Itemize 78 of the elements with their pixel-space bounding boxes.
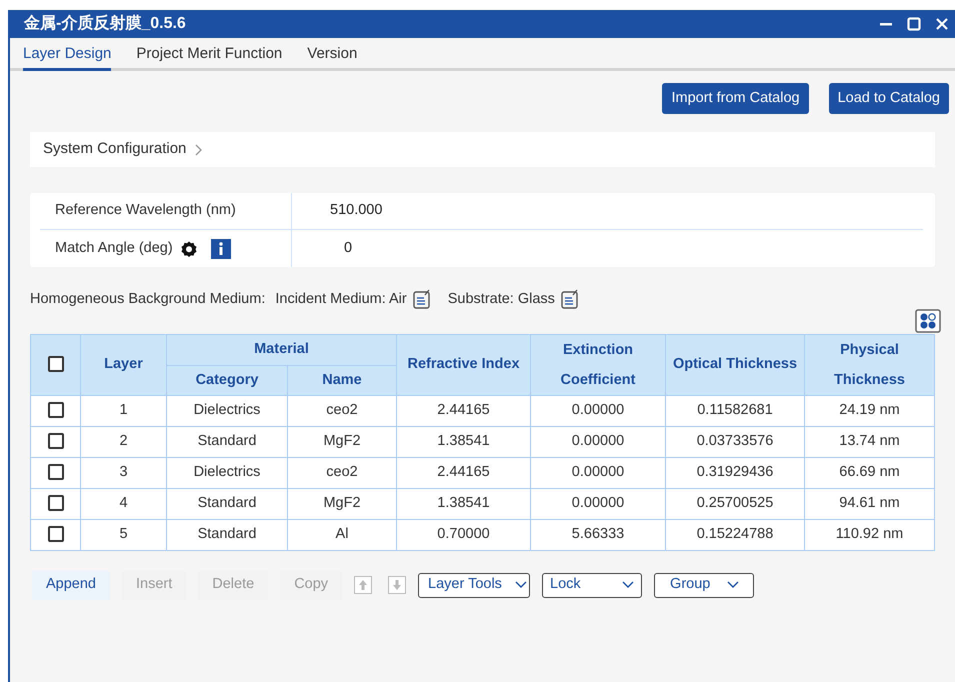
column-header: Name <box>288 366 396 396</box>
parameter-value: 0 <box>344 238 352 258</box>
column-header: Category <box>166 366 288 396</box>
parameter-label: Reference Wavelength (nm) <box>55 201 236 220</box>
table-cell: 0.15224788 <box>666 519 804 550</box>
dropdown[interactable]: Group <box>654 572 754 598</box>
checkbox[interactable] <box>48 526 64 542</box>
column-header: Optical Thickness <box>666 334 804 396</box>
table-cell: 0.11582681 <box>666 395 804 426</box>
info-icon[interactable] <box>210 238 231 258</box>
table-cell: 1.38541 <box>396 426 530 458</box>
table-cell: 94.61 nm <box>804 488 934 520</box>
table-cell: 5.66333 <box>530 519 666 550</box>
chevron-down-icon <box>727 581 740 590</box>
checkbox[interactable] <box>48 402 64 418</box>
table-cell: 4 <box>80 488 166 520</box>
table-cell: 5 <box>80 519 166 550</box>
table-cell: 1 <box>80 395 166 426</box>
column-header: Extinction Coefficient <box>560 340 636 390</box>
catalog-button[interactable]: Import from Catalog <box>662 83 809 114</box>
edit-icon[interactable] <box>412 289 432 310</box>
table-cell: 0.00000 <box>530 457 666 488</box>
tab[interactable]: Project Merit Function <box>136 42 282 71</box>
column-header: Refractive Index <box>396 334 530 396</box>
column-header: Layer <box>80 334 166 396</box>
dropdown[interactable]: Layer Tools <box>418 572 530 598</box>
table-cell: 1.38541 <box>396 488 530 520</box>
checkbox[interactable] <box>48 433 64 450</box>
table-cell: Standard <box>166 426 288 458</box>
column-header: Material <box>166 334 396 366</box>
table-cell: 24.19 nm <box>804 395 934 426</box>
table-cell: 0.00000 <box>530 395 666 426</box>
table-cell: ceo2 <box>288 395 396 426</box>
chevron-right-icon <box>194 144 202 156</box>
table-cell: MgF2 <box>288 488 396 520</box>
table-cell: 110.92 nm <box>804 519 934 550</box>
table-cell: 2.44165 <box>396 395 530 426</box>
table-cell: 0.31929436 <box>666 457 804 488</box>
toolbar-button[interactable]: Append <box>32 570 110 600</box>
window-title: 金属-介质反射膜_0.5.6 <box>24 13 186 34</box>
table-cell: Standard <box>166 488 288 520</box>
checkbox[interactable] <box>48 495 64 512</box>
table-cell: MgF2 <box>288 426 396 458</box>
incident-medium: Incident Medium: Air <box>275 290 407 309</box>
catalog-button[interactable]: Load to Catalog <box>828 83 949 114</box>
tab[interactable]: Layer Design <box>23 42 112 71</box>
table-cell: 13.74 nm <box>804 426 934 458</box>
parameter-label: Match Angle (deg) <box>55 238 173 258</box>
table-cell: ceo2 <box>288 457 396 488</box>
table-cell: 0.00000 <box>530 488 666 520</box>
table-cell: 2.44165 <box>396 457 530 488</box>
table-cell: 0.00000 <box>530 426 666 458</box>
column-header: Physical Thickness <box>833 340 906 390</box>
background-medium-label: Homogeneous Background Medium: <box>30 290 266 309</box>
table-cell: Al <box>288 519 396 550</box>
chevron-down-icon <box>622 581 634 590</box>
table-cell: 0.03733576 <box>666 426 804 458</box>
table-cell: Standard <box>166 519 288 550</box>
maximize-icon[interactable] <box>907 17 921 31</box>
system-configuration-bar[interactable]: System Configuration <box>30 132 935 167</box>
substrate-medium: Substrate: Glass <box>448 290 555 309</box>
parameter-value: 510.000 <box>330 201 382 220</box>
edit-icon[interactable] <box>560 289 580 310</box>
checkbox[interactable] <box>48 464 64 480</box>
table-cell: 0.25700525 <box>666 488 804 520</box>
close-icon[interactable] <box>935 17 949 31</box>
dropdown[interactable]: Lock <box>542 572 642 598</box>
checkbox[interactable] <box>48 356 64 372</box>
table-cell: 0.70000 <box>396 519 530 550</box>
table-cell: 2 <box>80 426 166 458</box>
table-cell: Dielectrics <box>166 395 288 426</box>
table-cell: 3 <box>80 457 166 488</box>
tab[interactable]: Version <box>307 42 358 71</box>
gear-icon[interactable] <box>180 240 197 256</box>
table-cell: 66.69 nm <box>804 457 934 488</box>
layout-grid-icon[interactable] <box>915 308 941 333</box>
chevron-down-icon <box>515 581 528 590</box>
table-cell: Dielectrics <box>166 457 288 488</box>
